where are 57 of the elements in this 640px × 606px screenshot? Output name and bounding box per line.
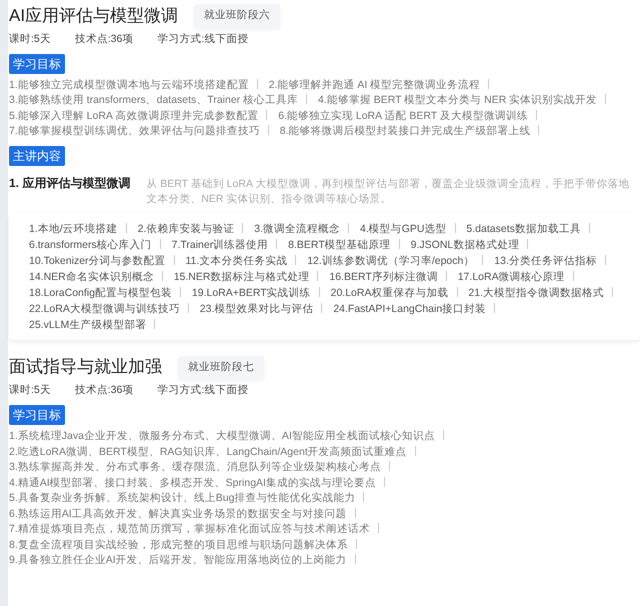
- goal-text: 9.具备独立胜任企业AI开发、后端开发、智能应用落地岗位的上岗能力: [9, 554, 347, 566]
- stage-tag: 就业班阶段七: [178, 356, 264, 380]
- topic-text: 4.模型与GPU选型: [360, 222, 446, 234]
- goal-text: 8.能够将微调后模型封装接口并完成生产级部署上线: [280, 125, 530, 137]
- goal-text: 5.能够深入理解 LoRA 高效微调原理并完成参数配置: [9, 110, 258, 122]
- goal-text: 2.吃透LoRA微调、BERT模型、RAG知识库、LangChain/Agent开发高频面试重难点: [9, 446, 407, 458]
- topic-text: 25.vLLM生产级模型部署: [29, 318, 146, 330]
- goal-text: 1.能够独立完成模型微调本地与云端环境搭建配置: [9, 78, 249, 90]
- topic-text: 5.datasets数据加载工具: [466, 222, 581, 234]
- stage-title: AI应用评估与模型微调: [9, 6, 178, 26]
- meta-text: 课时:5天: [9, 383, 51, 398]
- topic-text: 8.BERT模型基础原理: [288, 238, 391, 250]
- topic-text: 10.Tokenizer分词与参数配置: [29, 254, 166, 266]
- goal-text: 4.精通AI模型部署、接口封装、多模态开发、SpringAI集成的实战与理论要点: [9, 476, 376, 488]
- topic-text: 11.文本分类任务实战: [185, 254, 288, 266]
- meta-text: 课时:5天: [9, 32, 51, 47]
- topic-text: 14.NER命名实体识别概念: [29, 270, 154, 282]
- goal-text: 1.系统梳理Java企业开发、微服务分布式、大模型微调、AI智能应用全栈面试核心知识点: [9, 430, 435, 442]
- stage-tag: 就业班阶段六: [194, 4, 280, 28]
- goal-text: 4.能够掌握 BERT 模型文本分类与 NER 实体识别实战开发: [318, 94, 598, 106]
- topic-text: 12.训练参数调优（学习率/epoch）: [307, 254, 474, 266]
- topic-text: 13.分类任务评估指标: [494, 254, 597, 266]
- topic-text: 21.大模型指令微调数据格式: [468, 286, 604, 298]
- topic-text: 18.LoraConfig配置与模型包装: [29, 286, 172, 298]
- topic-text: 9.JSONL数据格式处理: [410, 238, 520, 250]
- topic-text: 17.LoRA微调核心原理: [458, 270, 565, 282]
- goal-text: 7.能够掌握模型训练调优、效果评估与问题排查技巧: [9, 125, 260, 137]
- module-description: 从 BERT 基础到 LoRA 大模型微调，再到模型评估与部署，覆盖企业级微调全流程，手把手带你落地文本分类、NER 实体识别、指令微调等核心场景。: [146, 176, 630, 207]
- stage-title: 面试指导与就业加强: [9, 357, 162, 378]
- meta-text: 学习方式:线下面授: [157, 383, 248, 398]
- goal-text: 7.精准提炼项目亮点，规范简历撰写，掌握标准化面试应答与技术阐述话术: [9, 523, 370, 535]
- section-label: 主讲内容: [9, 146, 65, 166]
- meta-text: 技术点:36项: [74, 32, 134, 47]
- topic-text: 20.LoRA权重保存与加载: [330, 286, 448, 298]
- topic-text: 16.BERT序列标注微调: [329, 270, 438, 282]
- topic-text: 22.LoRA大模型微调与训练技巧: [29, 302, 180, 314]
- goal-text: 5.具备复杂业务拆解、系统架构设计、线上Bug排查与性能优化实战能力: [9, 492, 356, 504]
- section-label: 学习目标: [9, 54, 65, 74]
- topic-text: 3.微调全流程概念: [254, 222, 340, 234]
- goal-text: 3.能够熟练使用 transformers、datasets、Trainer 核心工具库: [9, 94, 298, 106]
- goal-text: 6.熟练运用AI工具高效开发、解决真实业务场景的数据安全与对接问题: [9, 508, 347, 520]
- module-title: 1. 应用评估与模型微调: [9, 174, 130, 192]
- topic-text: 7.Trainer训练器使用: [172, 238, 268, 250]
- goal-text: 8.复盘全流程项目实战经验，形成完整的项目思维与职场问题解决体系: [9, 538, 348, 550]
- topic-text: 15.NER数据标注与格式处理: [174, 270, 310, 282]
- topic-text: 19.LoRA+BERT实战训练: [192, 286, 311, 298]
- goal-text: 6.能够独立实现 LoRA 适配 BERT 及大模型微调训练: [278, 110, 528, 122]
- topic-text: 1.本地/云环境搭建: [29, 222, 118, 234]
- goal-text: 2.能够理解并跑通 AI 模型完整微调业务流程: [268, 78, 480, 90]
- section-label: 学习目标: [9, 405, 65, 425]
- topic-text: 23.模型效果对比与评估: [200, 302, 314, 314]
- topic-text: 24.FastAPI+LangChain接口封装: [333, 302, 486, 314]
- meta-text: 技术点:36项: [74, 383, 134, 398]
- goal-text: 3.熟练掌握高并发、分布式事务、缓存限流、消息队列等企业级架构核心考点: [9, 461, 381, 473]
- meta-text: 学习方式:线下面授: [157, 32, 248, 47]
- topic-text: 2.依赖库安装与验证: [138, 222, 234, 234]
- topic-text: 6.transformers核心库入门: [29, 238, 152, 250]
